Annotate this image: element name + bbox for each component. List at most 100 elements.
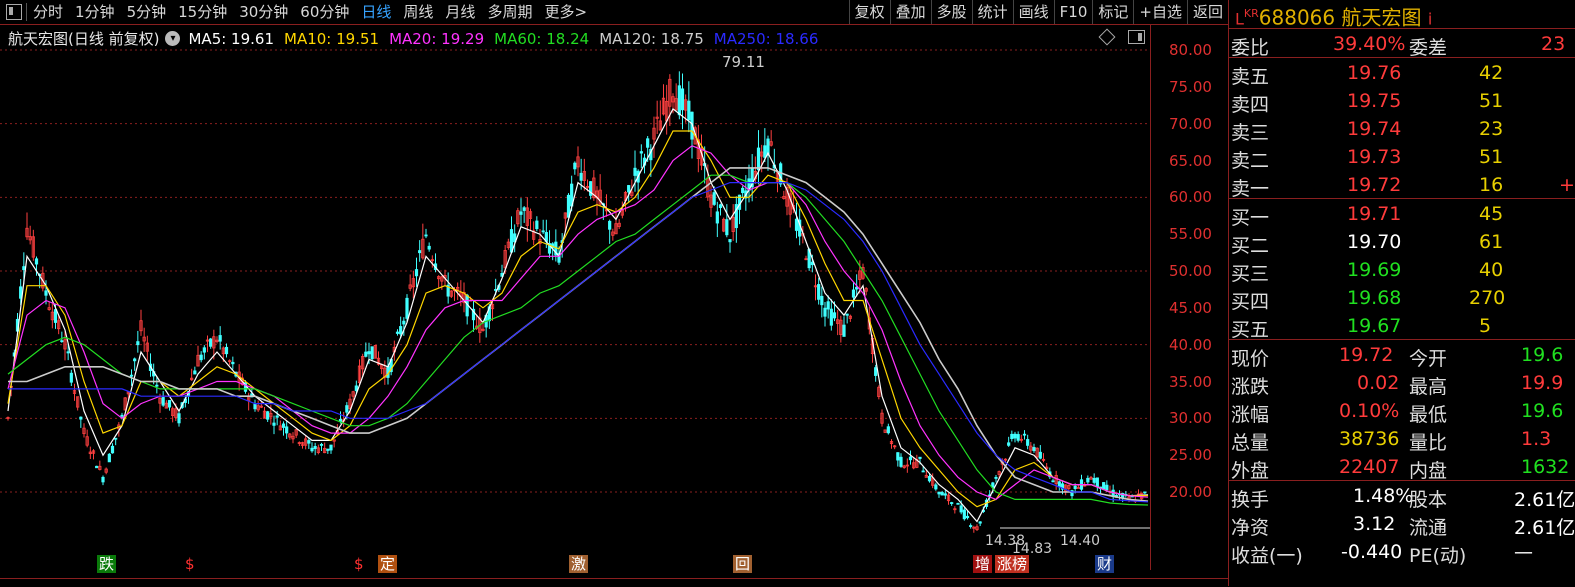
price-tick: 25.00 bbox=[1169, 446, 1212, 465]
weicha-label: 委差 bbox=[1409, 37, 1448, 59]
quote-label: 现价 bbox=[1231, 348, 1270, 370]
toolbar-button[interactable]: 复权 bbox=[848, 0, 890, 24]
kline-chart-area[interactable]: 航天宏图(日线 前复权) ▾ MA5: 19.61 MA10: 19.51 MA20… bbox=[0, 25, 1228, 586]
layout-toggle-icon[interactable] bbox=[6, 4, 22, 20]
candle-body bbox=[756, 147, 761, 171]
event-marker[interactable]: 增 bbox=[973, 555, 993, 573]
sell-level-label: 卖三 bbox=[1231, 122, 1270, 144]
candle-body bbox=[319, 443, 324, 446]
ma-legend-item: MA60: 18.24 bbox=[494, 29, 590, 48]
event-marker[interactable]: $ bbox=[352, 555, 366, 573]
period-tab[interactable]: 多周期 bbox=[481, 0, 538, 24]
sell-row: 卖三 19.74 23 bbox=[1229, 114, 1575, 144]
candle-body bbox=[927, 476, 932, 482]
buy-level-label: 买二 bbox=[1231, 235, 1270, 257]
event-marker[interactable]: $ bbox=[183, 555, 197, 573]
sell-orders: 卖五 19.76 42 卖四 19.75 51 卖三 19.74 23 卖二 19.73 51 卖一 19… bbox=[1229, 58, 1575, 200]
toolbar-button[interactable]: +自选 bbox=[1133, 0, 1187, 24]
event-marker[interactable]: 回 bbox=[733, 555, 753, 573]
period-tab[interactable]: 1分钟 bbox=[69, 0, 121, 24]
candle-body bbox=[712, 192, 716, 205]
candle-body bbox=[608, 220, 612, 230]
price-tick: 40.00 bbox=[1169, 335, 1212, 354]
candle-body bbox=[820, 295, 824, 306]
candle-body bbox=[399, 326, 403, 335]
quote-row: 涨跌 0.02 最高 19.9 bbox=[1229, 368, 1575, 398]
candle-body bbox=[326, 448, 330, 451]
period-tab[interactable]: 更多> bbox=[538, 0, 593, 24]
buy-row: 买三 19.69 40 bbox=[1229, 255, 1575, 285]
toolbar-button[interactable]: 标记 bbox=[1092, 0, 1133, 24]
peak-label-text: 79.11 bbox=[722, 53, 765, 71]
candle-body bbox=[285, 426, 289, 434]
quote-label: 总量 bbox=[1231, 432, 1270, 454]
period-tab[interactable]: 30分钟 bbox=[233, 0, 294, 24]
period-tab[interactable]: 月线 bbox=[439, 0, 481, 24]
toolbar-button[interactable]: 多股 bbox=[930, 0, 972, 24]
toolbar-button[interactable]: 画线 bbox=[1012, 0, 1054, 24]
candle-body bbox=[60, 340, 64, 343]
candle-body bbox=[310, 447, 314, 452]
toolbar-button[interactable]: 统计 bbox=[971, 0, 1013, 24]
event-marker[interactable]: 财 bbox=[1095, 555, 1115, 573]
buy-volume: 61 bbox=[1479, 231, 1504, 253]
ma-line bbox=[7, 145, 1149, 501]
sell-level-label: 卖一 bbox=[1231, 178, 1270, 200]
toolbar-button[interactable]: 叠加 bbox=[889, 0, 931, 24]
candle-body bbox=[1038, 451, 1042, 459]
quote-value: 19.72 bbox=[1339, 344, 1394, 366]
toolbar-button[interactable]: 返回 bbox=[1186, 0, 1228, 24]
ma-line bbox=[7, 130, 1149, 508]
period-tab[interactable]: 周线 bbox=[397, 0, 439, 24]
period-tab[interactable]: 日线 bbox=[355, 0, 397, 24]
weibi-label: 委比 bbox=[1231, 37, 1270, 59]
candle-body bbox=[414, 269, 419, 277]
market-prefix-sup: KR bbox=[1243, 7, 1259, 20]
panel-toggle-icon[interactable] bbox=[1128, 30, 1145, 44]
kline-chart-svg[interactable] bbox=[0, 25, 1150, 578]
candle-body bbox=[741, 187, 745, 194]
buy-row: 买五 19.67 5 bbox=[1229, 311, 1575, 341]
event-marker[interactable]: 跌 bbox=[97, 555, 117, 573]
candle-body bbox=[627, 185, 631, 193]
quote-value: 1632 bbox=[1521, 456, 1570, 478]
candle-body bbox=[826, 301, 830, 310]
toolbar-button[interactable]: F10 bbox=[1053, 0, 1093, 24]
buy-level-label: 买四 bbox=[1231, 291, 1270, 313]
period-tab[interactable]: 分时 bbox=[27, 0, 69, 24]
weicha-value: 23 bbox=[1541, 33, 1566, 55]
sell-price: 19.73 bbox=[1347, 146, 1402, 168]
candle-body bbox=[79, 416, 83, 420]
candle-body bbox=[677, 85, 681, 116]
candle-body bbox=[114, 437, 118, 440]
event-marker[interactable]: 涨榜 bbox=[995, 555, 1030, 573]
candle-body bbox=[1051, 480, 1055, 483]
candle-body bbox=[950, 502, 954, 504]
options-icon[interactable]: ▾ bbox=[165, 31, 181, 46]
candle-body bbox=[1092, 477, 1096, 483]
candle-body bbox=[842, 324, 846, 337]
sell-change: + bbox=[1559, 174, 1575, 196]
quote-stats: 现价 19.72 今开 19.6 涨跌 0.02 最高 19.9 涨幅 0.10% 最低 19.6 总量… bbox=[1229, 340, 1575, 482]
period-tab[interactable]: 5分钟 bbox=[121, 0, 173, 24]
period-tab[interactable]: 15分钟 bbox=[172, 0, 233, 24]
period-tab[interactable]: 60分钟 bbox=[294, 0, 355, 24]
sell-level-label: 卖四 bbox=[1231, 94, 1270, 116]
event-marker[interactable]: 定 bbox=[378, 555, 398, 573]
info-icon[interactable]: i bbox=[1428, 10, 1432, 29]
candle-body bbox=[921, 470, 925, 473]
quote-label: 最高 bbox=[1409, 376, 1448, 398]
quote-label: 今开 bbox=[1409, 348, 1448, 370]
fund-value: — bbox=[1514, 541, 1533, 563]
quote-value: 1.3 bbox=[1521, 428, 1552, 450]
quote-value: 19.6 bbox=[1521, 400, 1564, 422]
event-marker[interactable]: 激 bbox=[569, 555, 589, 573]
price-tick: 50.00 bbox=[1169, 262, 1212, 280]
candle-body bbox=[313, 445, 317, 450]
candle-body bbox=[832, 312, 837, 319]
buy-volume: 270 bbox=[1469, 287, 1506, 309]
buy-price: 19.67 bbox=[1347, 315, 1402, 337]
candle-body bbox=[687, 100, 691, 121]
sell-volume: 51 bbox=[1479, 146, 1504, 168]
candle-body bbox=[1022, 433, 1027, 436]
